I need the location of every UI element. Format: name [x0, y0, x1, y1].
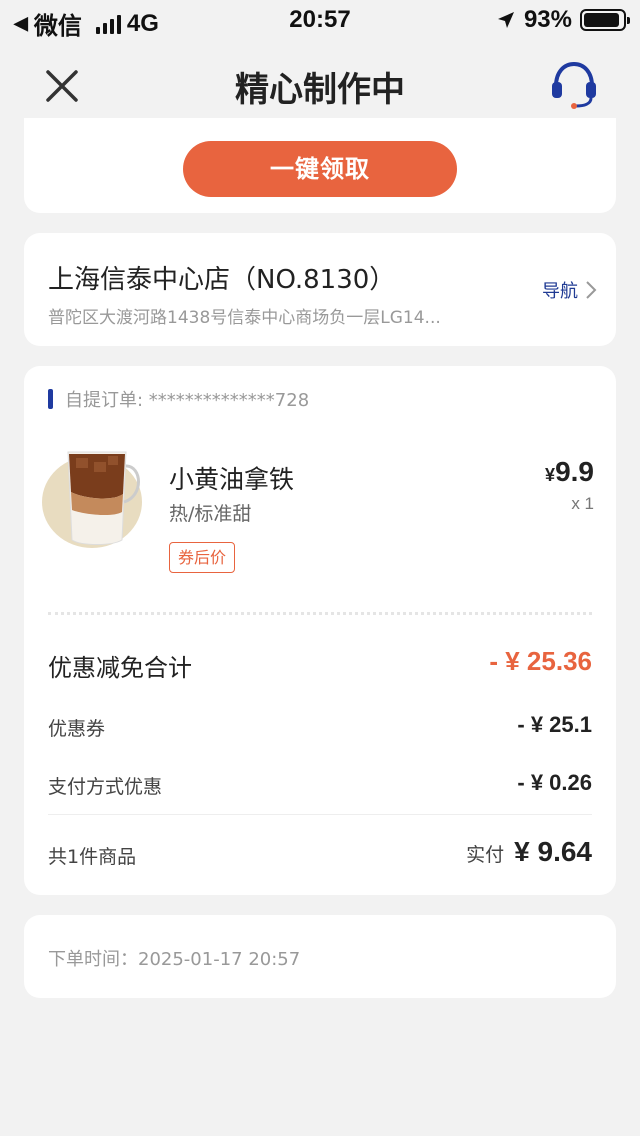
- product-spec: 热/标准甜: [169, 503, 252, 525]
- chevron-right-icon: [586, 281, 597, 299]
- discount-total-value: - ¥ 25.36: [489, 646, 592, 676]
- summary-divider: [48, 814, 592, 815]
- discount-total-label: 优惠减免合计: [48, 654, 192, 682]
- battery-percent: 93%: [523, 6, 572, 33]
- product-price: ¥9.9: [545, 456, 594, 488]
- items-count-label: 共1件商品: [48, 846, 137, 868]
- dotted-divider: [48, 612, 592, 615]
- order-time: 下单时间：2025-01-17 20:57: [48, 949, 301, 970]
- navigation-link[interactable]: 导航: [542, 277, 598, 303]
- battery-icon: [580, 9, 630, 31]
- battery-fill: [584, 13, 620, 27]
- iced-latte-product-image: [42, 451, 142, 548]
- store-address: 普陀区大渡河路1438号信泰中心商场负一层LG14...: [48, 308, 441, 328]
- paid-value: ¥ 9.64: [514, 836, 592, 867]
- paid-label: 实付: [466, 844, 505, 866]
- location-arrow-icon: [497, 12, 514, 28]
- store-name: 上海信泰中心店（NO.8130）: [48, 265, 396, 295]
- customer-service-headset-icon[interactable]: [548, 58, 600, 110]
- status-bar: ◀ 微信 4G 20:57 93%: [0, 0, 640, 40]
- order-tag: 自提订单: **************728: [48, 386, 309, 412]
- product-quantity: x 1: [571, 494, 594, 513]
- order-time-card: 下单时间：2025-01-17 20:57: [24, 915, 616, 998]
- navigation-label: 导航: [542, 281, 578, 302]
- one-click-claim-button[interactable]: 一键领取: [183, 141, 457, 197]
- product-price-value: 9.9: [555, 456, 594, 487]
- tag-accent-bar: [48, 389, 53, 409]
- claim-card: 一键领取: [24, 118, 616, 213]
- order-card: 自提订单: **************728 小黄油拿铁 热/标准甜 券后价 …: [24, 366, 616, 895]
- coupon-label: 优惠券: [48, 718, 106, 740]
- paid-amount: 实付 ¥ 9.64: [466, 836, 592, 868]
- after-coupon-price-badge: 券后价: [169, 542, 236, 573]
- coupon-value: - ¥ 25.1: [517, 712, 592, 737]
- status-bar-right: 93%: [496, 6, 630, 34]
- product-name: 小黄油拿铁: [169, 465, 295, 494]
- nav-bar: 精心制作中: [0, 40, 640, 128]
- store-card[interactable]: 上海信泰中心店（NO.8130） 普陀区大渡河路1438号信泰中心商场负一层LG…: [24, 233, 616, 346]
- order-number: 自提订单: **************728: [65, 390, 310, 411]
- currency-symbol: ¥: [545, 465, 556, 485]
- payment-discount-value: - ¥ 0.26: [517, 770, 592, 795]
- page-title: 精心制作中: [235, 70, 405, 110]
- payment-discount-label: 支付方式优惠: [48, 776, 163, 798]
